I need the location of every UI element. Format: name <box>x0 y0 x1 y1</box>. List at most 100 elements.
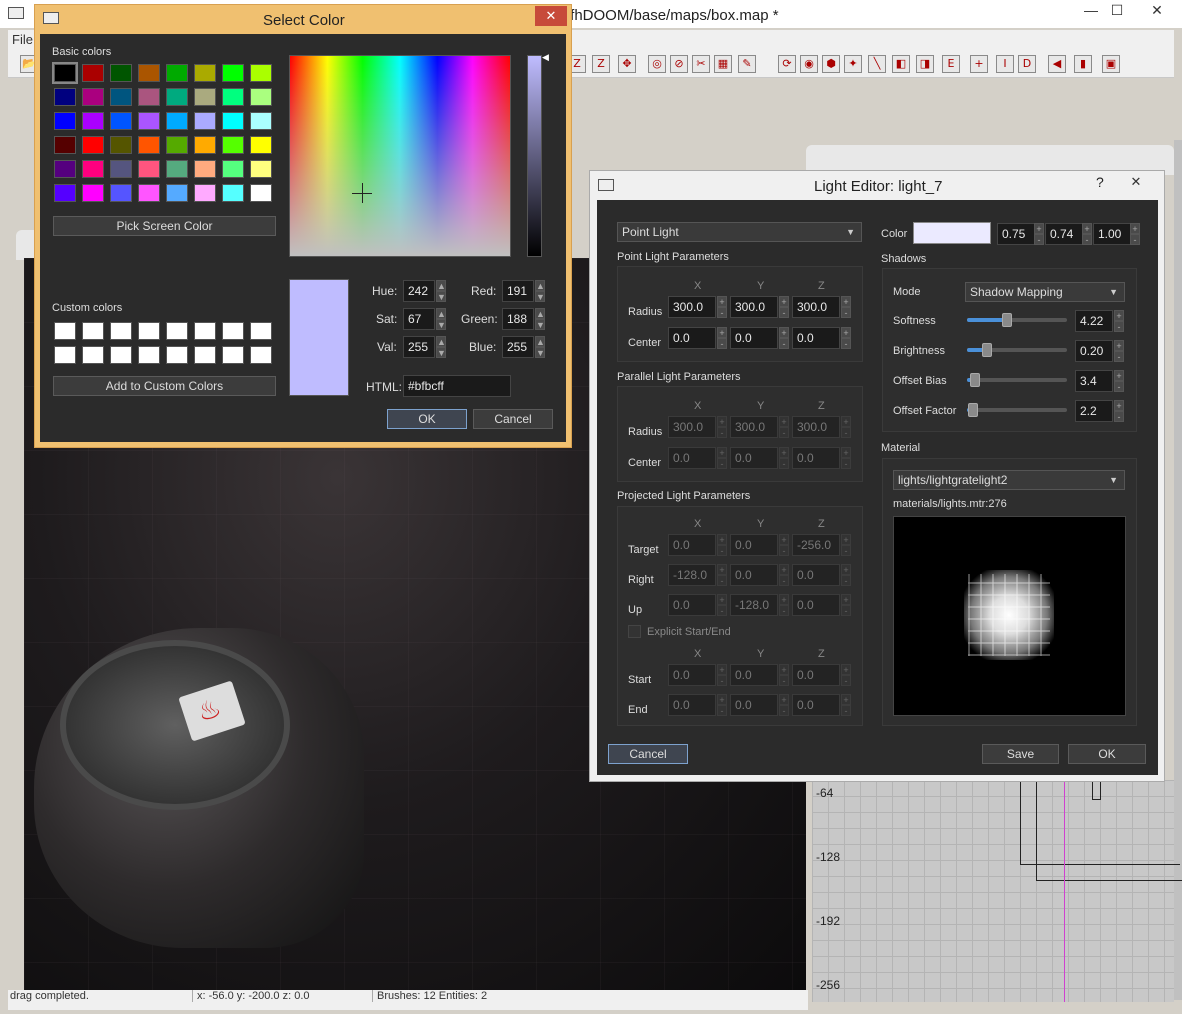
coord-spinner[interactable]: + - <box>779 447 789 469</box>
explicit-start-end-checkbox[interactable] <box>628 625 641 638</box>
coord-spinner[interactable]: + - <box>779 534 789 556</box>
color-b-input[interactable]: 1.00 <box>1093 223 1131 245</box>
basic-color-swatch[interactable] <box>222 136 244 154</box>
entity2-icon[interactable]: ◨ <box>916 55 934 73</box>
coord-spinner[interactable]: + - <box>841 447 851 469</box>
ok-button[interactable]: OK <box>387 409 467 429</box>
coord-input[interactable]: -128.0 <box>668 564 716 586</box>
coord-spinner[interactable]: + - <box>717 416 727 438</box>
basic-color-swatch[interactable] <box>138 184 160 202</box>
basic-color-swatch[interactable] <box>222 184 244 202</box>
coord-spinner[interactable]: + - <box>717 594 727 616</box>
shadow-mode-select[interactable]: Shadow Mapping ▼ <box>965 282 1125 302</box>
softness-spinner[interactable]: + - <box>1114 310 1124 332</box>
offset-factor-spinner[interactable]: + - <box>1114 400 1124 422</box>
coord-input[interactable]: 0.0 <box>792 594 840 616</box>
ok-button[interactable]: OK <box>1068 744 1146 764</box>
rotate-icon[interactable]: ⟳ <box>778 55 796 73</box>
blue-spinner[interactable]: ▲ ▼ <box>535 336 545 358</box>
coord-spinner[interactable]: + - <box>717 534 727 556</box>
custom-color-swatch[interactable] <box>250 322 272 340</box>
material-select[interactable]: lights/lightgratelight2 ▼ <box>893 470 1125 490</box>
basic-color-swatch[interactable] <box>54 160 76 178</box>
basic-color-swatch[interactable] <box>194 88 216 106</box>
basic-color-swatch[interactable] <box>250 112 272 130</box>
basic-color-swatch[interactable] <box>110 88 132 106</box>
basic-color-swatch[interactable] <box>250 64 272 82</box>
color-g-input[interactable]: 0.74 <box>1045 223 1083 245</box>
paint-icon[interactable]: ✎ <box>738 55 756 73</box>
coord-spinner[interactable]: + - <box>779 694 789 716</box>
coord-spinner[interactable]: + - <box>841 564 851 586</box>
basic-color-swatch[interactable] <box>138 88 160 106</box>
basic-color-swatch[interactable] <box>250 184 272 202</box>
basic-color-swatch[interactable] <box>110 160 132 178</box>
coord-spinner[interactable]: + - <box>717 327 727 349</box>
blue-input[interactable]: 255 <box>502 336 534 358</box>
coord-input[interactable]: 300.0 <box>730 296 778 318</box>
circle-icon[interactable]: ◎ <box>648 55 666 73</box>
edit-icon[interactable]: E <box>942 55 960 73</box>
coord-input[interactable]: 0.0 <box>792 664 840 686</box>
value-pointer-icon[interactable]: ◀ <box>542 52 549 63</box>
color-spectrum[interactable] <box>289 55 511 257</box>
green-spinner[interactable]: ▲ ▼ <box>535 308 545 330</box>
val-input[interactable]: 255 <box>403 336 435 358</box>
custom-color-swatch[interactable] <box>194 322 216 340</box>
basic-color-swatch[interactable] <box>166 136 188 154</box>
basic-color-swatch[interactable] <box>54 112 76 130</box>
offset-bias-slider[interactable] <box>967 373 1067 387</box>
maximize-icon[interactable]: ☐ <box>1102 2 1132 22</box>
basic-color-swatch[interactable] <box>166 112 188 130</box>
custom-color-swatch[interactable] <box>110 322 132 340</box>
move-icon[interactable]: ✥ <box>618 55 636 73</box>
help-icon[interactable]: ? <box>1096 174 1104 190</box>
coord-input[interactable]: 0.0 <box>668 664 716 686</box>
coord-spinner[interactable]: + - <box>779 416 789 438</box>
coord-spinner[interactable]: + - <box>841 296 851 318</box>
coord-spinner[interactable]: + - <box>717 296 727 318</box>
basic-color-swatch[interactable] <box>250 88 272 106</box>
image-icon[interactable]: ▣ <box>1102 55 1120 73</box>
green-input[interactable]: 188 <box>502 308 534 330</box>
coord-input[interactable]: 300.0 <box>792 416 840 438</box>
coord-input[interactable]: -256.0 <box>792 534 840 556</box>
basic-color-swatch[interactable] <box>166 184 188 202</box>
camera-icon[interactable]: ◉ <box>800 55 818 73</box>
red-spinner[interactable]: ▲ ▼ <box>535 280 545 302</box>
custom-color-swatch[interactable] <box>54 346 76 364</box>
brightness-slider[interactable] <box>967 343 1067 357</box>
custom-color-swatch[interactable] <box>138 322 160 340</box>
brush-icon[interactable]: ⬢ <box>822 55 840 73</box>
brightness-spinner[interactable]: + - <box>1114 340 1124 362</box>
basic-color-swatch[interactable] <box>110 184 132 202</box>
basic-color-swatch[interactable] <box>222 64 244 82</box>
basic-color-swatch[interactable] <box>82 136 104 154</box>
clip2-icon[interactable]: ▦ <box>714 55 732 73</box>
basic-color-swatch[interactable] <box>250 160 272 178</box>
coord-input[interactable]: 300.0 <box>668 416 716 438</box>
basic-color-swatch[interactable] <box>138 136 160 154</box>
custom-color-swatch[interactable] <box>138 346 160 364</box>
stop-icon[interactable]: ⊘ <box>670 55 688 73</box>
custom-color-swatch[interactable] <box>194 346 216 364</box>
offset-bias-input[interactable]: 3.4 <box>1075 370 1113 392</box>
basic-color-swatch[interactable] <box>138 112 160 130</box>
coord-spinner[interactable]: + - <box>779 327 789 349</box>
coord-spinner[interactable]: + - <box>717 694 727 716</box>
basic-color-swatch[interactable] <box>166 88 188 106</box>
coord-spinner[interactable]: + - <box>841 534 851 556</box>
basic-color-swatch[interactable] <box>110 112 132 130</box>
hue-input[interactable]: 242 <box>403 280 435 302</box>
add-to-custom-colors-button[interactable]: Add to Custom Colors <box>53 376 276 396</box>
close-icon[interactable]: ✕ <box>1120 172 1152 192</box>
color-g-spinner[interactable]: + - <box>1082 223 1092 245</box>
custom-color-swatch[interactable] <box>82 346 104 364</box>
coord-input[interactable]: 0.0 <box>668 447 716 469</box>
brightness-input[interactable]: 0.20 <box>1075 340 1113 362</box>
basic-color-swatch[interactable] <box>194 160 216 178</box>
val-spinner[interactable]: ▲ ▼ <box>436 336 446 358</box>
cancel-button[interactable]: Cancel <box>473 409 553 429</box>
basic-color-swatch[interactable] <box>138 160 160 178</box>
coord-input[interactable]: 300.0 <box>792 296 840 318</box>
